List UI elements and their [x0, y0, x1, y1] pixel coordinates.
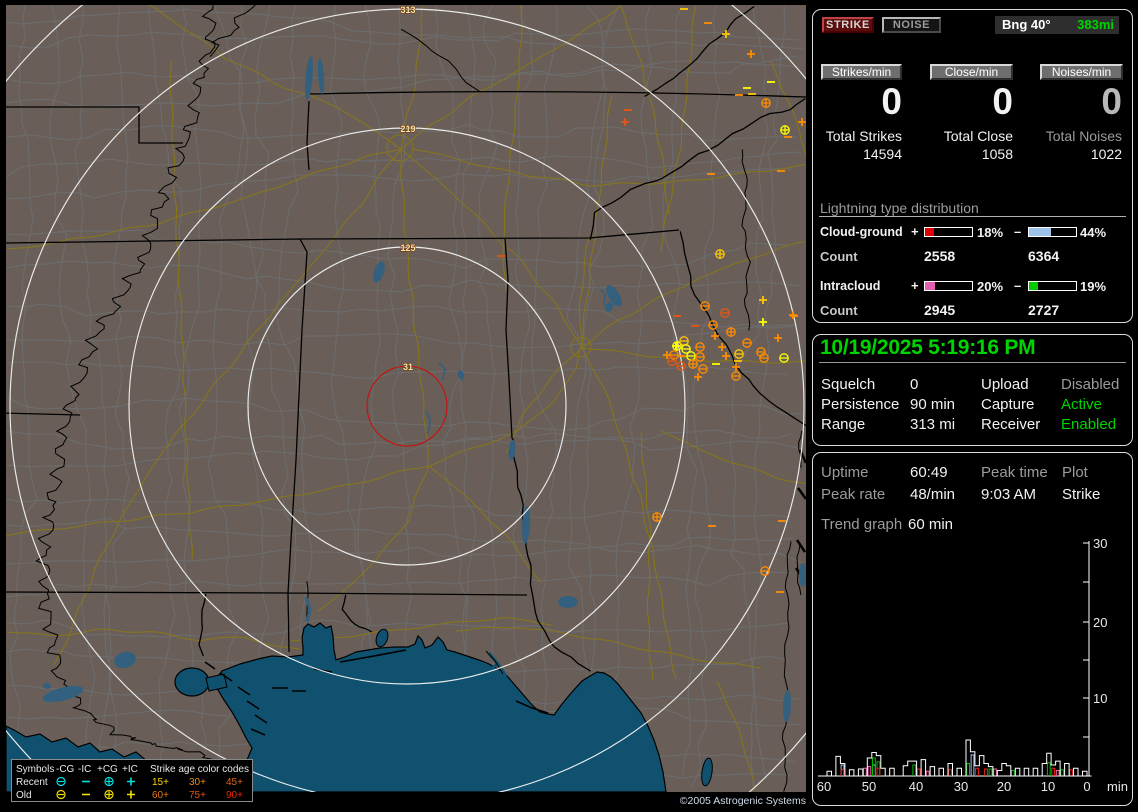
- svg-text:Old: Old: [16, 790, 32, 801]
- svg-text:90+: 90+: [226, 790, 243, 801]
- svg-text:125: 125: [400, 243, 415, 253]
- svg-text:45+: 45+: [226, 777, 243, 788]
- svg-text:50: 50: [862, 779, 876, 794]
- svg-text:+CG: +CG: [97, 764, 118, 775]
- svg-text:Strike age color codes: Strike age color codes: [150, 764, 249, 775]
- svg-text:20: 20: [1093, 615, 1107, 630]
- svg-text:31: 31: [403, 362, 413, 372]
- svg-text:0: 0: [1083, 779, 1090, 794]
- svg-text:Recent: Recent: [16, 777, 48, 788]
- svg-text:10: 10: [1041, 779, 1055, 794]
- svg-text:10: 10: [1093, 691, 1107, 706]
- svg-text:219: 219: [400, 124, 415, 134]
- svg-text:+IC: +IC: [122, 764, 138, 775]
- svg-text:30+: 30+: [189, 777, 206, 788]
- svg-text:60: 60: [817, 779, 831, 794]
- svg-text:30: 30: [954, 779, 968, 794]
- svg-text:-CG: -CG: [56, 764, 75, 775]
- svg-text:Symbols: Symbols: [16, 764, 54, 775]
- svg-text:20: 20: [997, 779, 1011, 794]
- svg-text:313: 313: [400, 5, 415, 15]
- svg-text:75+: 75+: [189, 790, 206, 801]
- svg-text:15+: 15+: [152, 777, 169, 788]
- svg-text:60+: 60+: [152, 790, 169, 801]
- svg-text:40: 40: [909, 779, 923, 794]
- svg-text:min: min: [1107, 779, 1128, 794]
- svg-text:-IC: -IC: [78, 764, 91, 775]
- svg-text:30: 30: [1093, 536, 1107, 551]
